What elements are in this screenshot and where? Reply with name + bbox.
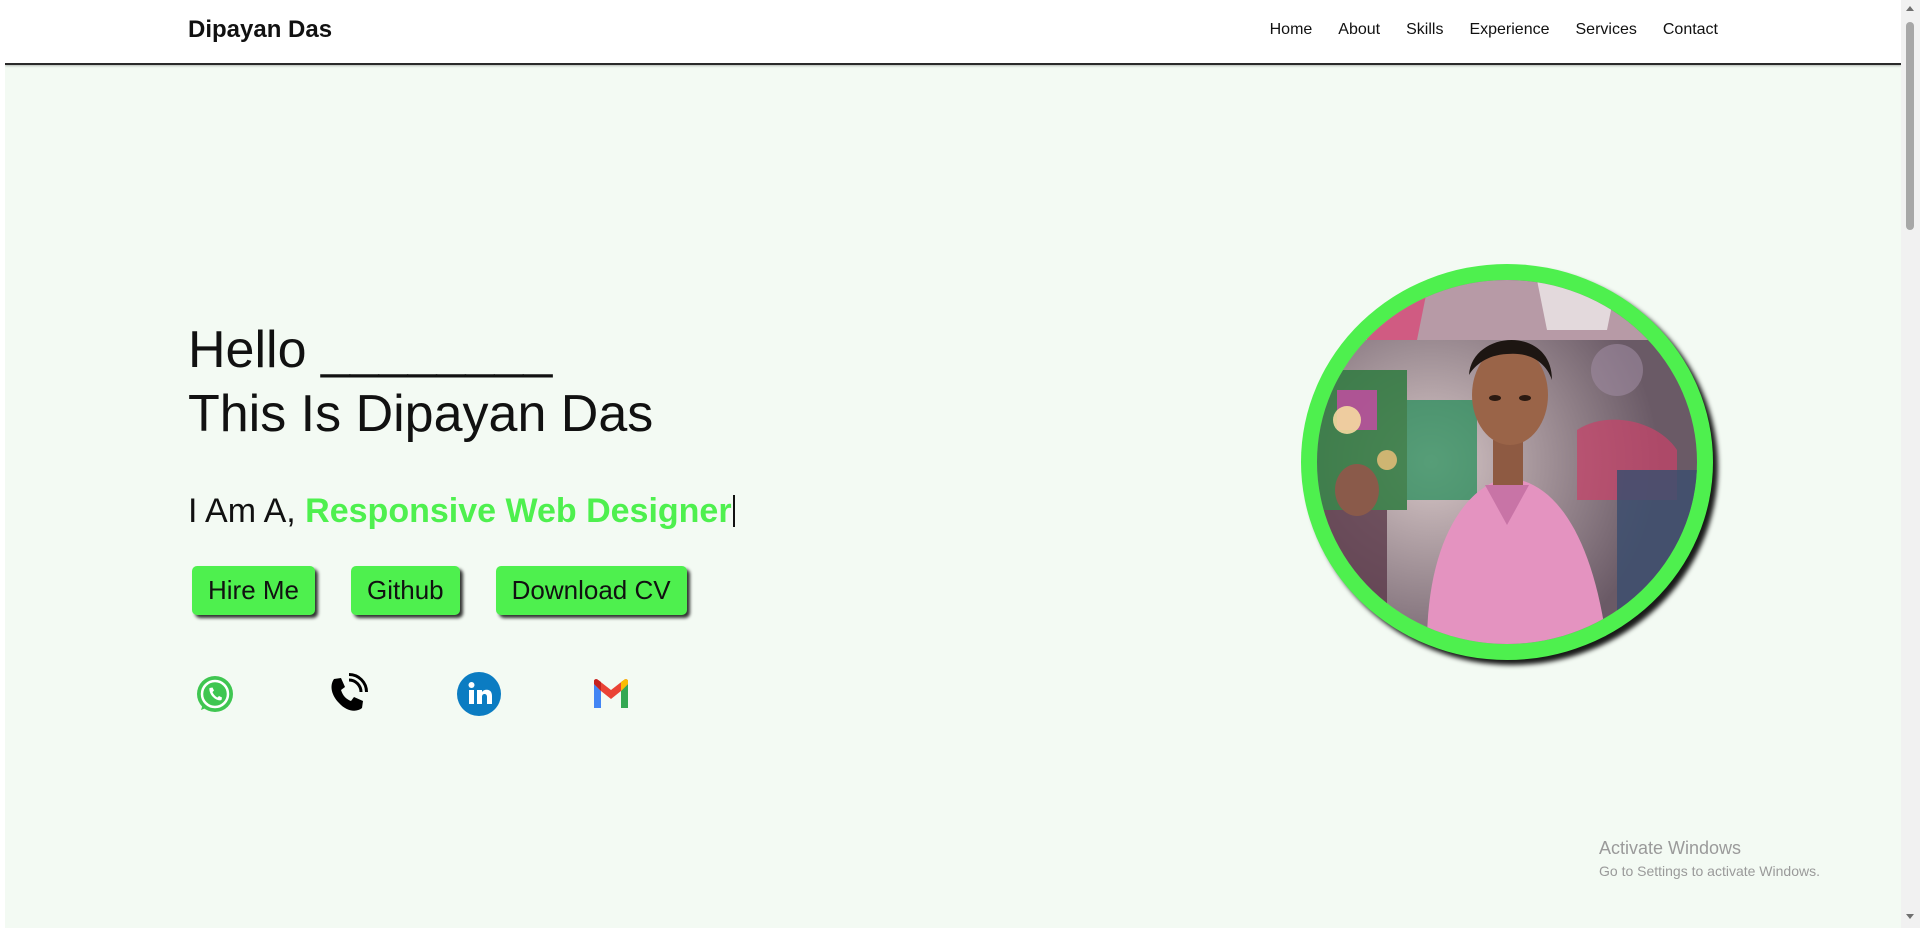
nav-link-about[interactable]: About [1338,21,1380,39]
nav-link-contact[interactable]: Contact [1663,21,1718,39]
watermark-subtitle: Go to Settings to activate Windows. [1599,863,1820,879]
download-cv-button[interactable]: Download CV [495,566,687,615]
hero-role: I Am A, Responsive Web Designer [188,492,735,531]
hero-buttons: Hire Me Github Download CV [192,566,687,615]
social-links [193,672,633,716]
linkedin-icon[interactable] [457,672,501,716]
typing-cursor [732,495,735,527]
scroll-up-arrow-icon[interactable] [1906,6,1914,11]
scroll-thumb[interactable] [1906,22,1914,230]
navbar: Dipayan Das Home About Skills Experience… [5,0,1901,65]
hero-greeting: Hello ________ [188,321,553,379]
whatsapp-icon[interactable] [193,672,237,716]
nav-link-home[interactable]: Home [1270,21,1313,39]
windows-activation-watermark: Activate Windows Go to Settings to activ… [1599,838,1820,879]
role-typed-text: Responsive Web Designer [305,492,732,530]
hire-me-button[interactable]: Hire Me [192,566,316,615]
hero-text: Hello ________ This Is Dipayan Das I Am … [188,318,735,531]
github-button[interactable]: Github [351,566,460,615]
nav-link-services[interactable]: Services [1576,21,1637,39]
watermark-title: Activate Windows [1599,838,1742,858]
scroll-down-arrow-icon[interactable] [1906,914,1914,919]
gmail-icon[interactable] [589,672,633,716]
brand-logo[interactable]: Dipayan Das [188,16,332,44]
nav-link-experience[interactable]: Experience [1469,21,1549,39]
vertical-scrollbar[interactable] [1901,0,1920,928]
hero-name: This Is Dipayan Das [188,385,654,443]
profile-photo [1317,280,1697,644]
role-prefix: I Am A, [188,492,306,530]
nav-link-skills[interactable]: Skills [1406,21,1443,39]
phone-icon[interactable] [325,672,369,716]
nav-links: Home About Skills Experience Services Co… [1270,21,1718,39]
page-viewport: Dipayan Das Home About Skills Experience… [5,0,1901,928]
profile-photo-frame [1301,264,1713,660]
